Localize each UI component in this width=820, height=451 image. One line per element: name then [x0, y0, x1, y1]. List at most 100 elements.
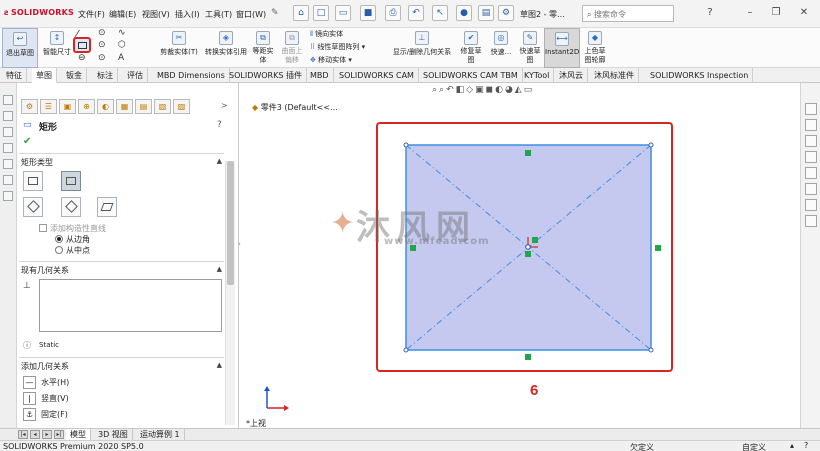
solidworks-forum-icon[interactable]: [805, 199, 817, 211]
corner-point[interactable]: [403, 347, 409, 353]
first-tab-icon[interactable]: |◂: [18, 430, 28, 439]
menu-window[interactable]: 窗口(W): [236, 9, 266, 20]
corner-point[interactable]: [403, 142, 409, 148]
minimize-icon[interactable]: –: [742, 6, 758, 20]
inspection-tab-icon[interactable]: ▨: [173, 99, 190, 114]
origin-point[interactable]: [525, 244, 531, 250]
rebuild-icon[interactable]: ●: [456, 5, 472, 21]
property-manager-tab-icon[interactable]: ☰: [40, 99, 57, 114]
3point-corner-rectangle-button[interactable]: [23, 197, 43, 217]
horizontal-relation-marker[interactable]: [525, 354, 531, 360]
search-commands-input[interactable]: ⌕ 搜索命令: [582, 5, 674, 22]
view-palette-icon[interactable]: [805, 151, 817, 163]
configuration-icon[interactable]: [3, 127, 13, 137]
display-manager-tab-icon[interactable]: ◐: [97, 99, 114, 114]
custom-properties-icon[interactable]: [805, 183, 817, 195]
select-icon[interactable]: ↖: [432, 5, 448, 21]
display-manager-icon[interactable]: [3, 159, 13, 169]
slot-tool-icon[interactable]: ⊖: [78, 53, 86, 63]
help-icon[interactable]: ?: [702, 6, 718, 20]
menu-view[interactable]: 视图(V): [142, 9, 170, 20]
menu-file[interactable]: 文件(F): [78, 9, 105, 20]
3point-center-rectangle-button[interactable]: [61, 197, 81, 217]
expand-panel-icon[interactable]: >: [221, 101, 228, 110]
move-entities-button[interactable]: ✥ 移动实体 ▾: [310, 55, 352, 65]
tab-solidworks-addins[interactable]: SOLIDWORKS 插件: [225, 68, 307, 83]
help-icon[interactable]: ?: [804, 441, 808, 450]
center-rectangle-button[interactable]: [61, 171, 81, 191]
exit-sketch-button[interactable]: ↩ 退出草图: [2, 28, 38, 68]
smart-dimension-button[interactable]: ↕ 智能尺寸: [40, 28, 74, 68]
circle-tool-icon[interactable]: ⊙: [98, 28, 106, 38]
feature-manager-tab-icon[interactable]: ⚙: [21, 99, 38, 114]
menu-tools[interactable]: 工具(T): [205, 9, 232, 20]
tab-kytool[interactable]: KYTool: [520, 68, 555, 83]
parallelogram-button[interactable]: [97, 197, 117, 217]
file-properties-icon[interactable]: ▤: [478, 5, 494, 21]
property-manager-icon[interactable]: [3, 111, 13, 121]
solidworks-logo[interactable]: ƨ SOLIDWORKS: [4, 8, 74, 17]
cam-tool-tab-icon[interactable]: ▧: [154, 99, 171, 114]
rectangle-tool-button[interactable]: [73, 37, 91, 53]
tab-mufeng-standard-parts[interactable]: 沐风标准件: [590, 68, 639, 83]
tab-solidworks-cam[interactable]: SOLIDWORKS CAM: [335, 68, 419, 83]
file-explorer-icon[interactable]: [805, 135, 817, 147]
horizontal-relation-button[interactable]: — 水平(H): [23, 376, 213, 390]
property-manager-scrollbar[interactable]: [225, 161, 235, 425]
solidworks-resources-icon[interactable]: [805, 103, 817, 115]
existing-relations-header[interactable]: 现有几何关系 ▲: [21, 265, 226, 277]
tab-annotation[interactable]: 标注: [93, 68, 118, 83]
repair-sketch-button[interactable]: ✔ 修复草图: [457, 28, 485, 68]
corner-point[interactable]: [648, 142, 654, 148]
cam-tree-icon[interactable]: [3, 175, 13, 185]
point-tool-icon[interactable]: ⊙: [98, 53, 106, 63]
configuration-manager-tab-icon[interactable]: ▣: [59, 99, 76, 114]
offset-entities-button[interactable]: ⧉ 等距实体: [251, 28, 275, 68]
spline-tool-icon[interactable]: ∿: [118, 28, 126, 38]
tab-solidworks-cam-tbm[interactable]: SOLIDWORKS CAM TBM: [419, 68, 523, 83]
midpoint-relation-marker[interactable]: [525, 251, 531, 257]
existing-relations-list[interactable]: [39, 279, 222, 332]
from-midpoint-radio[interactable]: [55, 246, 63, 254]
tab-mbd[interactable]: MBD: [306, 68, 334, 83]
text-tool-icon[interactable]: A: [118, 53, 124, 63]
save-icon[interactable]: ■: [360, 5, 376, 21]
rectangle-type-header[interactable]: 矩形类型 ▲: [21, 157, 226, 169]
undo-icon[interactable]: ↶: [408, 5, 424, 21]
rapid-sketch-button[interactable]: ✎ 快速草图: [517, 28, 543, 68]
shaded-sketch-contours-button[interactable]: ◆ 上色草图轮廓: [582, 28, 608, 68]
cam-operation-tab-icon[interactable]: ▤: [135, 99, 152, 114]
linear-pattern-button[interactable]: ⠿ 线性草图阵列 ▾: [310, 42, 365, 52]
chevron-up-icon[interactable]: ▴: [790, 441, 794, 450]
previous-tab-icon[interactable]: ◂: [30, 430, 40, 439]
tab-evaluate[interactable]: 评估: [123, 68, 148, 83]
print-icon[interactable]: ⎙: [385, 5, 401, 21]
instant2d-button[interactable]: ⟷ Instant2D: [544, 28, 580, 68]
next-tab-icon[interactable]: ▸: [42, 430, 52, 439]
tab-sheet-metal[interactable]: 钣金: [62, 68, 87, 83]
dimxpert-manager-tab-icon[interactable]: ⊕: [78, 99, 95, 114]
help-icon[interactable]: ?: [217, 120, 222, 130]
add-relations-header[interactable]: 添加几何关系 ▲: [21, 361, 226, 373]
pin-icon[interactable]: ✎: [271, 8, 279, 18]
last-tab-icon[interactable]: ▸|: [54, 430, 64, 439]
tab-solidworks-inspection[interactable]: SOLIDWORKS Inspection: [646, 68, 754, 83]
feature-tree-icon[interactable]: [3, 95, 13, 105]
display-delete-relations-button[interactable]: ⊥ 显示/删除几何关系: [388, 28, 456, 68]
tab-sketch[interactable]: 草图: [32, 68, 57, 83]
unit-system-selector[interactable]: 自定义: [742, 442, 766, 451]
design-library-icon[interactable]: [805, 119, 817, 131]
corner-rectangle-button[interactable]: [23, 171, 43, 191]
tool-tree-icon[interactable]: [3, 191, 13, 201]
arc-tool-icon[interactable]: ⊙: [98, 40, 106, 50]
3dexperience-icon[interactable]: [805, 215, 817, 227]
menu-edit[interactable]: 编辑(E): [109, 9, 136, 20]
polygon-tool-icon[interactable]: ⬡: [118, 40, 126, 50]
appearances-icon[interactable]: [805, 167, 817, 179]
construction-line-checkbox[interactable]: [39, 224, 47, 232]
restore-icon[interactable]: ❐: [768, 6, 784, 20]
vertical-relation-button[interactable]: | 竖直(V): [23, 392, 213, 406]
tab-features[interactable]: 特征: [2, 68, 27, 83]
convert-entities-button[interactable]: ◈ 转换实体引用: [202, 28, 250, 68]
open-folder-icon[interactable]: ▭: [335, 5, 351, 21]
